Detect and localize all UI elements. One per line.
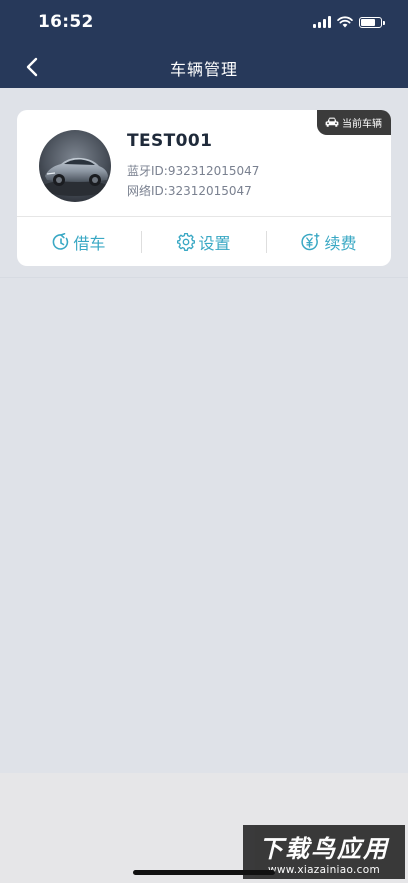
renew-label: 续费 bbox=[324, 233, 357, 253]
car-icon bbox=[325, 117, 339, 127]
car-photo-image bbox=[39, 130, 111, 202]
borrow-car-button[interactable]: 借车 bbox=[17, 217, 141, 266]
bluetooth-id: 蓝牙ID:932312015047 bbox=[127, 164, 260, 178]
settings-label: 设置 bbox=[198, 233, 231, 253]
wifi-icon bbox=[337, 16, 353, 28]
settings-gear-icon bbox=[177, 232, 196, 251]
renew-button[interactable]: 续费 bbox=[267, 217, 391, 266]
current-vehicle-label: 当前车辆 bbox=[342, 119, 382, 130]
renew-fee-icon bbox=[301, 232, 320, 250]
page-title: 车辆管理 bbox=[169, 60, 238, 79]
vehicle-avatar bbox=[39, 130, 111, 202]
vehicle-name: TEST001 bbox=[127, 131, 213, 151]
borrow-car-label: 借车 bbox=[73, 233, 106, 253]
battery-icon bbox=[359, 16, 385, 28]
network-id: 网络ID:32312015047 bbox=[127, 184, 252, 198]
borrow-car-icon bbox=[53, 232, 69, 250]
home-indicator[interactable] bbox=[133, 870, 275, 875]
battery-level-fill bbox=[361, 18, 375, 26]
vehicle-card[interactable]: 当前车辆 TEST001 蓝牙ID:932312015047 网络ID:3231… bbox=[17, 110, 391, 266]
watermark-main-text: 下载鸟应用 bbox=[259, 835, 389, 863]
top-bar: 16:52 车辆管理 bbox=[0, 0, 408, 88]
content-divider bbox=[0, 277, 408, 278]
cellular-signal-icon bbox=[313, 16, 331, 28]
vehicle-actions: 借车 设置 续费 bbox=[17, 217, 391, 266]
settings-button[interactable]: 设置 bbox=[142, 217, 266, 266]
status-time: 16:52 bbox=[38, 12, 94, 32]
status-icons bbox=[313, 14, 385, 30]
current-vehicle-badge: 当前车辆 bbox=[317, 110, 391, 135]
